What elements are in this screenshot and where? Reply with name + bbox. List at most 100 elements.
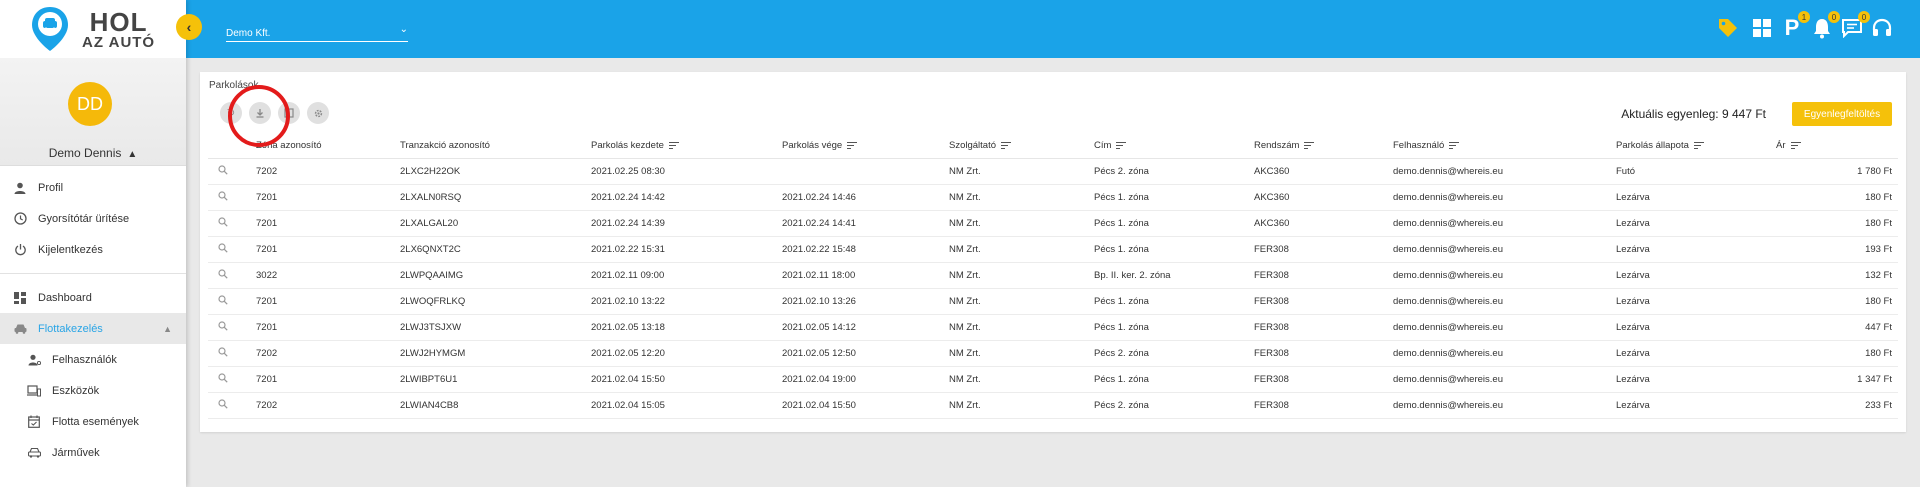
messages-badge: 0 — [1858, 11, 1870, 23]
table-cell: 2LX6QNXT2C — [400, 236, 591, 263]
car-icon — [12, 321, 28, 337]
table-cell: NM Zrt. — [949, 236, 1094, 263]
table-cell: 2021.02.04 15:50 — [782, 392, 949, 419]
row-search-cell[interactable] — [208, 314, 256, 341]
profile-name-toggle[interactable]: Demo Dennis ▲ — [0, 146, 186, 160]
table-cell: 7202 — [256, 340, 400, 367]
table-cell: Lezárva — [1616, 236, 1756, 263]
nav-item-dashboard[interactable]: Dashboard — [0, 282, 186, 313]
table-cell: NM Zrt. — [949, 366, 1094, 393]
column-header-start[interactable]: Parkolás kezdete — [591, 134, 782, 159]
table-cell: 2021.02.22 15:48 — [782, 236, 949, 263]
nav-item-fleet[interactable]: Flottakezelés ▲ — [0, 313, 186, 344]
row-search-cell[interactable] — [208, 210, 256, 237]
parking-table: Zóna azonosító Tranzakció azonosító Park… — [208, 134, 1898, 419]
balance-text: Aktuális egyenleg: 9 447 Ft — [1621, 107, 1766, 121]
nav-item-devices[interactable]: Eszközök — [0, 375, 186, 406]
table-cell: 7201 — [256, 184, 400, 211]
row-search-cell[interactable] — [208, 262, 256, 289]
table-cell: 1 347 Ft — [1756, 366, 1898, 393]
table-cell: 2021.02.05 14:12 — [782, 314, 949, 341]
parking-icon[interactable]: P 1 — [1780, 11, 1810, 40]
table-header-row: Zóna azonosító Tranzakció azonosító Park… — [208, 134, 1898, 159]
logo[interactable]: HOL AZ AUTÓ — [0, 0, 186, 58]
table-cell: Pécs 1. zóna — [1094, 288, 1254, 315]
table-cell: 7202 — [256, 158, 400, 185]
table-row[interactable]: 7201 2LX6QNXT2C 2021.02.22 15:31 2021.02.22… — [208, 236, 1898, 263]
table-row[interactable]: 7201 2LWIBPT6U1 2021.02.04 15:50 2021.02.04… — [208, 366, 1898, 393]
topup-button[interactable]: Egyenlegfeltöltés — [1792, 102, 1892, 126]
table-cell: demo.dennis@whereis.eu — [1393, 288, 1616, 315]
nav-label-clear-cache: Gyorsítótár ürítése — [38, 212, 130, 225]
table-cell: 2021.02.25 08:30 — [591, 158, 782, 185]
search-icon — [218, 346, 228, 357]
table-cell: Lezárva — [1616, 392, 1756, 419]
table-cell: Pécs 1. zóna — [1094, 184, 1254, 211]
table-cell: FER308 — [1254, 288, 1393, 315]
column-header-end[interactable]: Parkolás vége — [782, 134, 949, 159]
row-search-cell[interactable] — [208, 340, 256, 367]
row-search-cell[interactable] — [208, 392, 256, 419]
headset-icon[interactable] — [1870, 16, 1894, 40]
table-cell: 2021.02.24 14:39 — [591, 210, 782, 237]
table-cell: 132 Ft — [1756, 262, 1898, 289]
table-row[interactable]: 7201 2LXALGAL20 2021.02.24 14:39 2021.02.24… — [208, 210, 1898, 237]
column-header-provider[interactable]: Szolgáltató — [949, 134, 1094, 159]
table-cell: demo.dennis@whereis.eu — [1393, 158, 1616, 185]
top-header: Demo Kft. ⌄ P 1 0 0 — [186, 0, 1920, 58]
table-cell: NM Zrt. — [949, 314, 1094, 341]
sort-icon — [847, 140, 858, 151]
table-cell: demo.dennis@whereis.eu — [1393, 392, 1616, 419]
search-icon — [218, 398, 228, 409]
table-cell: 7202 — [256, 392, 400, 419]
table-row[interactable]: 7202 2LXC2H22OK 2021.02.25 08:30 NM Zrt. Péc… — [208, 158, 1898, 185]
row-search-cell[interactable] — [208, 288, 256, 315]
row-search-cell[interactable] — [208, 366, 256, 393]
bell-icon[interactable]: 0 — [1810, 11, 1840, 40]
row-search-cell[interactable] — [208, 236, 256, 263]
nav-item-profile[interactable]: Profil — [0, 172, 186, 203]
table-row[interactable]: 7202 2LWJ2HYMGM 2021.02.05 12:20 2021.02.05… — [208, 340, 1898, 367]
table-cell: 2LWIBPT6U1 — [400, 366, 591, 393]
company-select[interactable]: Demo Kft. ⌄ — [226, 22, 408, 42]
avatar[interactable]: DD — [68, 82, 112, 126]
table-cell: FER308 — [1254, 392, 1393, 419]
grid-icon[interactable] — [1750, 16, 1774, 40]
sort-icon — [1116, 140, 1127, 151]
notifications-badge: 0 — [1828, 11, 1840, 23]
table-row[interactable]: 7201 2LWJ3TSJXW 2021.02.05 13:18 2021.02.05… — [208, 314, 1898, 341]
table-cell: demo.dennis@whereis.eu — [1393, 184, 1616, 211]
parking-letter: P — [1784, 15, 1800, 40]
nav-item-clear-cache[interactable]: Gyorsítótár ürítése — [0, 203, 186, 234]
column-header-address[interactable]: Cím — [1094, 134, 1254, 159]
collapse-sidebar-button[interactable]: ‹ — [176, 14, 202, 40]
table-cell: 3022 — [256, 262, 400, 289]
table-cell: NM Zrt. — [949, 392, 1094, 419]
table-row[interactable]: 7201 2LXALN0RSQ 2021.02.24 14:42 2021.02.24… — [208, 184, 1898, 211]
column-header-user[interactable]: Felhasználó — [1393, 134, 1616, 159]
nav-item-logout[interactable]: Kijelentkezés — [0, 234, 186, 265]
column-header-status[interactable]: Parkolás állapota — [1616, 134, 1756, 159]
table-cell: Bp. II. ker. 2. zóna — [1094, 262, 1254, 289]
nav-item-vehicles[interactable]: Járművek — [0, 437, 186, 468]
column-header-transaction[interactable]: Tranzakció azonosító — [400, 134, 591, 159]
table-cell: FER308 — [1254, 314, 1393, 341]
nav-item-fleet-events[interactable]: Flotta események — [0, 406, 186, 437]
car-icon — [26, 445, 42, 461]
nav-item-users[interactable]: Felhasználók — [0, 344, 186, 375]
table-row[interactable]: 3022 2LWPQAAIMG 2021.02.11 09:00 2021.02.11… — [208, 262, 1898, 289]
table-cell: demo.dennis@whereis.eu — [1393, 210, 1616, 237]
table-row[interactable]: 7202 2LWIAN4CB8 2021.02.04 15:05 2021.02.04… — [208, 392, 1898, 419]
table-cell: Pécs 1. zóna — [1094, 210, 1254, 237]
settings-button[interactable] — [307, 102, 329, 124]
person-icon — [12, 180, 28, 196]
tag-icon[interactable] — [1716, 16, 1740, 40]
chevron-up-icon: ▲ — [163, 323, 172, 334]
row-search-cell[interactable] — [208, 158, 256, 185]
chat-icon[interactable]: 0 — [1840, 11, 1870, 40]
table-row[interactable]: 7201 2LWOQFRLKQ 2021.02.10 13:22 2021.02.10… — [208, 288, 1898, 315]
column-header-plate[interactable]: Rendszám — [1254, 134, 1393, 159]
column-header-price[interactable]: Ár — [1756, 134, 1898, 159]
table-cell: 2LXALGAL20 — [400, 210, 591, 237]
row-search-cell[interactable] — [208, 184, 256, 211]
